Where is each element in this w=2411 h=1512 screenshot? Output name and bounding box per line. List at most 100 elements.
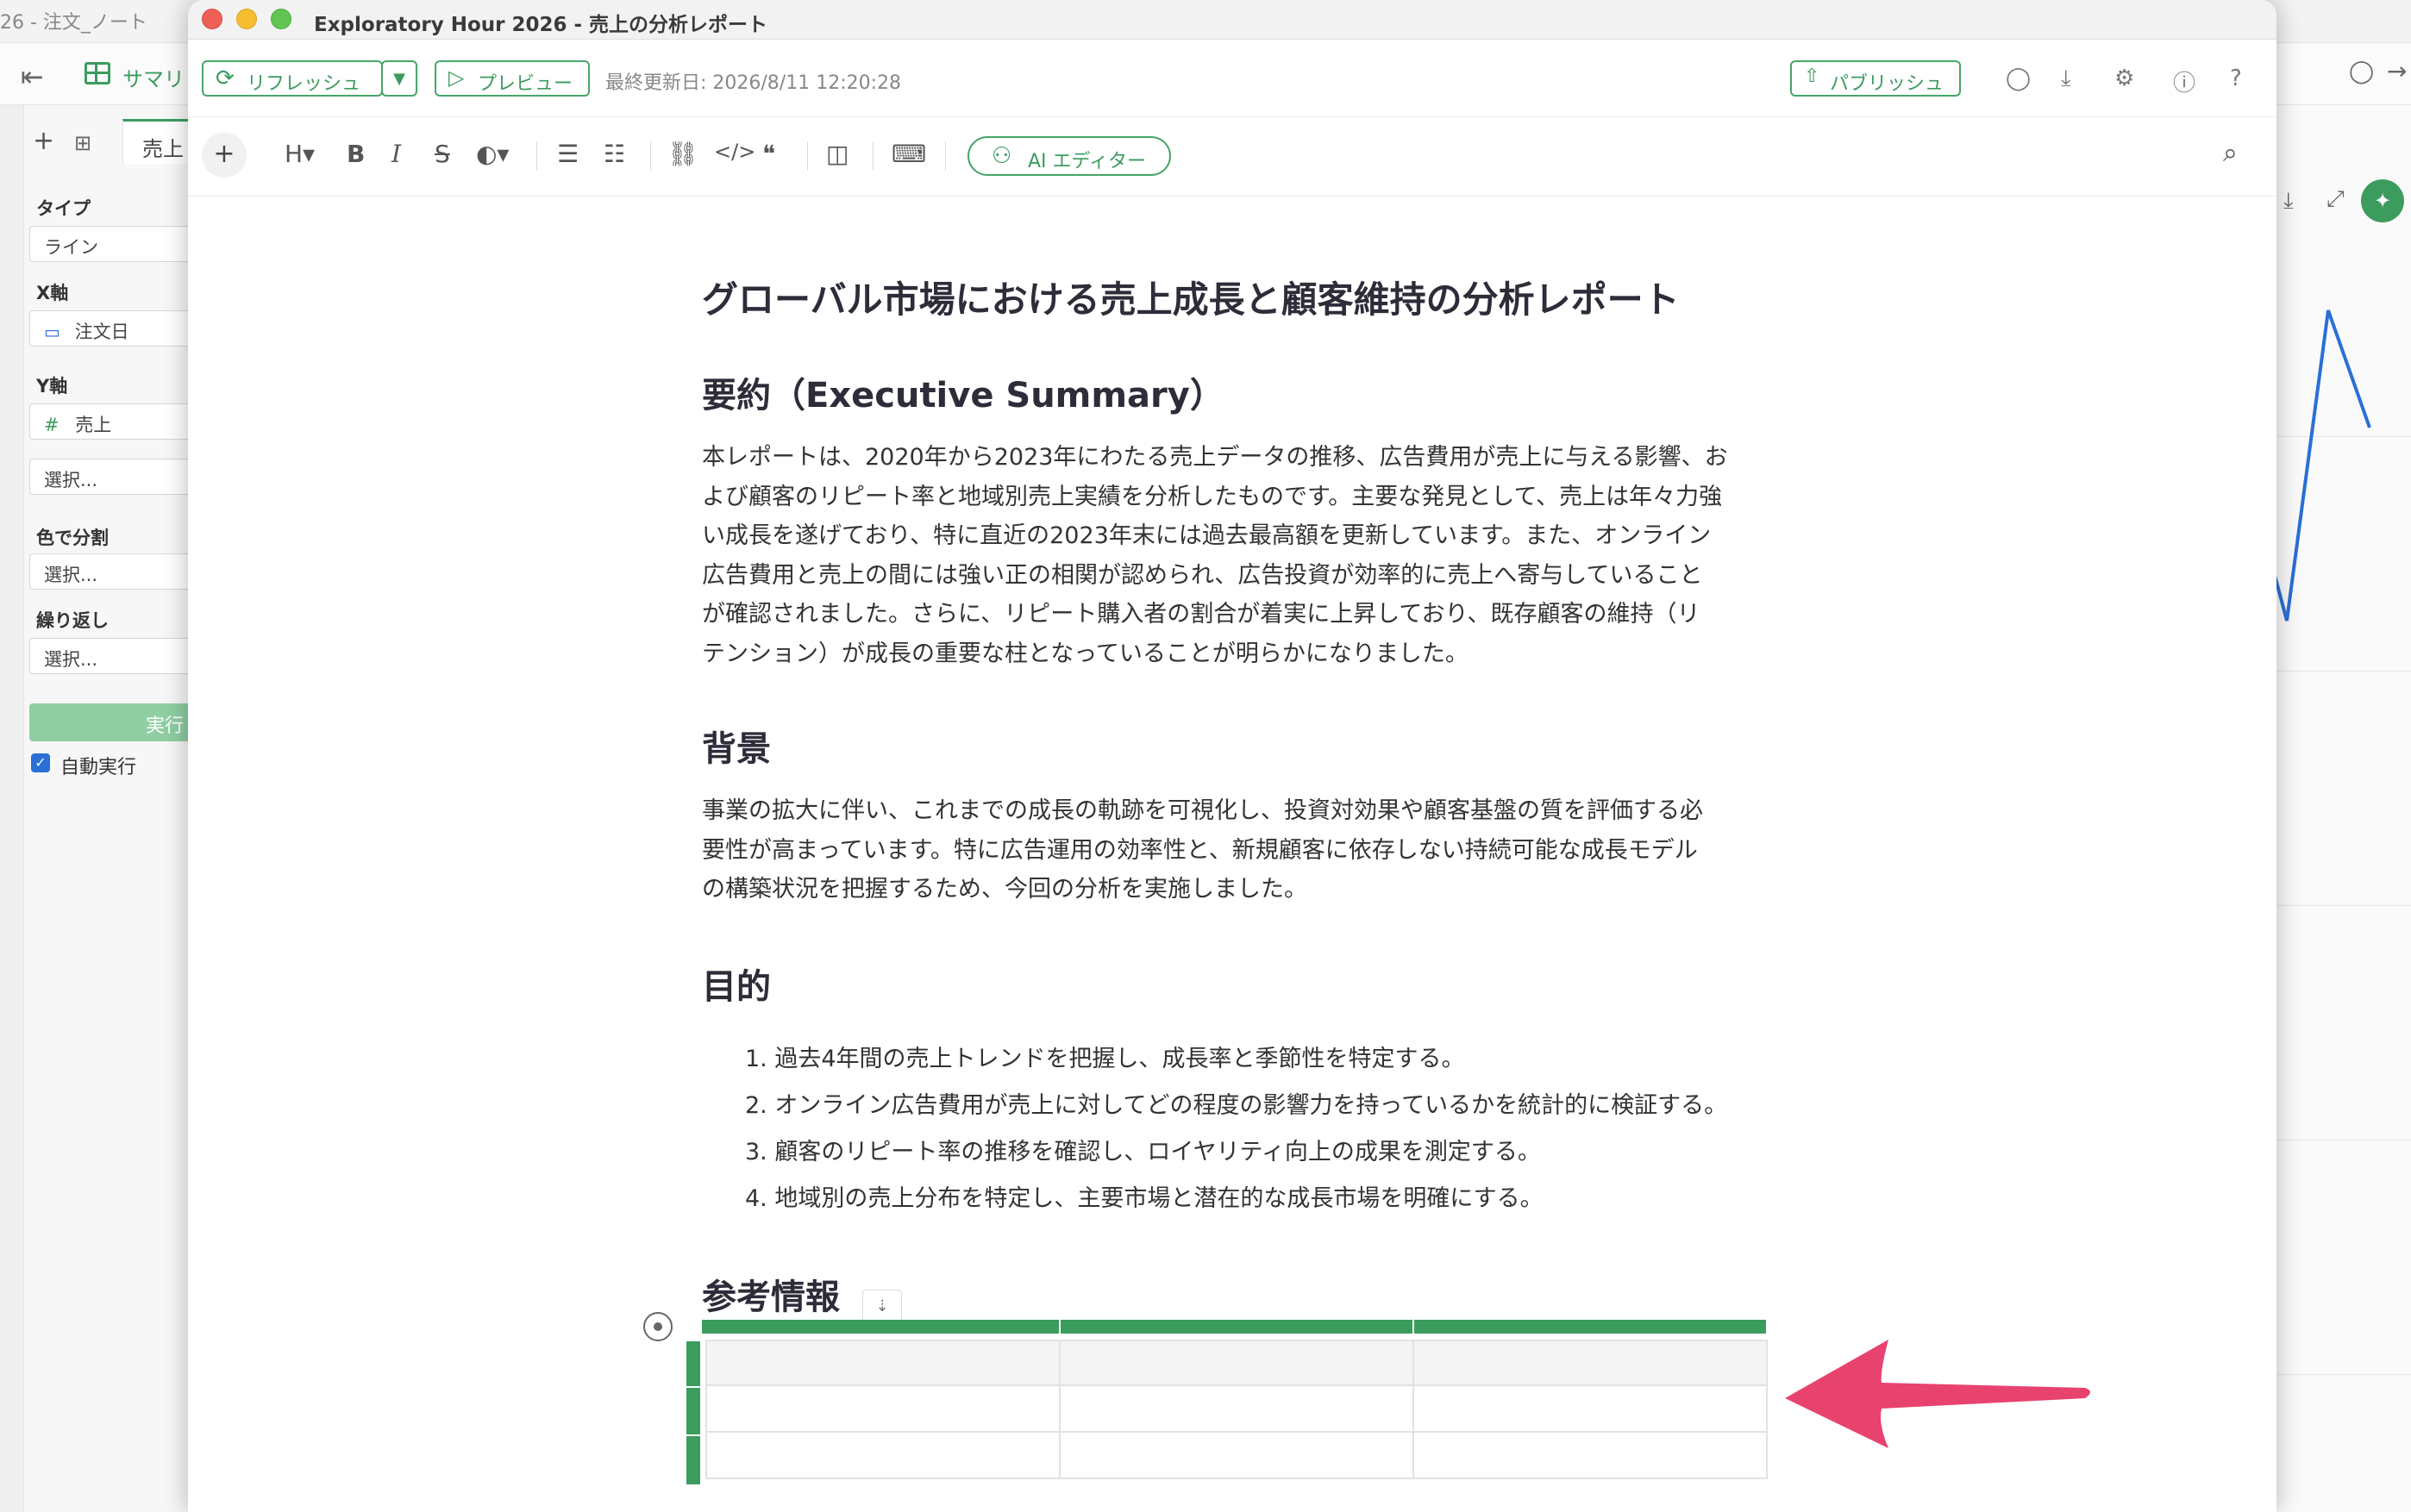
collapse-left-icon[interactable]: ⇤ (21, 60, 44, 93)
summary-tab[interactable]: サマリ (122, 62, 185, 92)
comment-icon[interactable]: ◯ (2349, 59, 2374, 84)
table-select-handle[interactable] (643, 1312, 673, 1341)
table-cell[interactable] (705, 1340, 1061, 1386)
bold-icon[interactable]: B (347, 140, 365, 168)
close-window-button[interactable] (202, 9, 222, 29)
table-row (705, 1431, 1768, 1479)
pin-icon[interactable]: ✦ (2361, 179, 2404, 222)
search-icon[interactable]: ⌕ (2223, 138, 2238, 168)
x-axis-label: X軸 (36, 283, 69, 303)
window-titlebar: Exploratory Hour 2026 - 売上の分析レポート (188, 0, 2276, 40)
window-title: Exploratory Hour 2026 - 売上の分析レポート (314, 14, 768, 36)
palette-icon[interactable]: ◐▾ (476, 140, 510, 168)
quote-icon[interactable]: ❝ (762, 140, 775, 168)
color-split-label: 色で分割 (36, 528, 109, 548)
table-row (705, 1340, 1768, 1386)
column-handle[interactable] (1061, 1320, 1412, 1334)
preview-button[interactable]: ▷ プレビュー (435, 60, 590, 97)
table-row (705, 1384, 1768, 1433)
refresh-button[interactable]: ⟳ リフレッシュ (202, 60, 383, 97)
column-handle[interactable] (705, 1320, 1059, 1334)
table-cell[interactable] (1059, 1340, 1414, 1386)
gear-icon[interactable]: ⚙ (2114, 66, 2134, 91)
bullet-list-icon[interactable]: ☰ (557, 140, 579, 168)
table-cell[interactable] (705, 1384, 1061, 1433)
grid-icon[interactable]: ⊞ (74, 131, 91, 155)
maximize-window-button[interactable] (271, 9, 291, 29)
section-paragraph-summary: 本レポートは、2020年から2023年にわたる売上データの推移、広告費用が売上に… (702, 438, 1745, 673)
y-axis-extra-select[interactable]: 選択... (29, 459, 202, 495)
publish-label: パブリッシュ (1830, 73, 1944, 95)
list-item: 3. 顧客のリピート率の推移を確認し、ロイヤリティ向上の成果を測定する。 (745, 1139, 1541, 1165)
help-icon[interactable]: ? (2230, 66, 2242, 91)
run-button[interactable]: 実行 (29, 703, 202, 741)
x-axis-select[interactable]: ▭ 注文日 (29, 310, 202, 347)
report-toolbar: ⟳ リフレッシュ ▼ ▷ プレビュー 最終更新日: 2026/8/11 12:2… (188, 40, 2276, 117)
toolbar-divider (873, 141, 874, 171)
table-cell[interactable] (1059, 1431, 1414, 1479)
table-icon (85, 62, 110, 84)
sidebar-strip (0, 105, 24, 1512)
arrow-right-icon[interactable]: → (2387, 57, 2407, 85)
upload-icon: ⇧ (1804, 66, 1820, 87)
document-title: グローバル市場における売上成長と顧客維持の分析レポート (702, 278, 1680, 321)
paragraph-line: が確認されました。さらに、リピート購入者の割合が着実に上昇しており、既存顧客の維… (702, 601, 1700, 628)
row-handle[interactable] (686, 1341, 700, 1386)
paragraph-line: 本レポートは、2020年から2023年にわたる売上データの推移、広告費用が売上に… (702, 444, 1728, 471)
toolbar-divider (945, 141, 946, 171)
add-tab-icon[interactable]: + (33, 126, 54, 156)
minimize-window-button[interactable] (236, 9, 257, 29)
paragraph-line: 広告費用と売上の間には強い正の相関が認められ、広告投資が効率的に売上へ寄与してい… (702, 561, 1703, 589)
heading-icon[interactable]: H▾ (285, 140, 315, 168)
background-line-chart (2273, 309, 2371, 622)
row-handle[interactable] (686, 1436, 700, 1484)
info-icon[interactable]: ⓘ (2173, 66, 2195, 97)
grid-line (2276, 671, 2411, 672)
column-handle[interactable] (1414, 1320, 1766, 1334)
code-icon[interactable]: </> (714, 140, 755, 164)
comment-icon[interactable]: ◯ (2006, 66, 2031, 91)
calendar-icon: ▭ (44, 322, 60, 342)
play-icon: ▷ (448, 66, 465, 90)
refresh-dropdown-button[interactable]: ▼ (381, 60, 417, 97)
insert-block-button[interactable]: + (202, 133, 247, 178)
download-icon[interactable]: ⤓ (2283, 188, 2294, 215)
series-line (2273, 309, 2371, 622)
row-handle[interactable] (686, 1388, 700, 1434)
ai-editor-button[interactable]: ⚇ AI エディター (968, 136, 1171, 176)
color-split-select[interactable]: 選択... (29, 553, 202, 590)
paragraph-line: よび顧客のリピート率と地域別売上実績を分析したものです。主要な発見として、売上は… (702, 483, 1723, 510)
table-cell[interactable] (1412, 1384, 1768, 1433)
keyboard-icon[interactable]: ⌨ (892, 140, 926, 168)
expand-icon[interactable]: ⤢ (2326, 186, 2345, 213)
drag-handle-icon[interactable]: ⇣ (862, 1290, 902, 1324)
numbered-list-icon[interactable]: ☷ (604, 140, 625, 168)
repeat-select[interactable]: 選択... (29, 638, 202, 674)
table-cell[interactable] (705, 1431, 1061, 1479)
table-cell[interactable] (1059, 1384, 1414, 1433)
download-icon[interactable]: ⤓ (2061, 66, 2071, 92)
section-heading-purpose: 目的 (702, 967, 771, 1007)
x-axis-value: 注文日 (74, 322, 129, 342)
table-cell[interactable] (1412, 1431, 1768, 1479)
y-axis-select[interactable]: # 売上 (29, 403, 202, 440)
y-axis-label: Y軸 (36, 376, 68, 397)
background-title: 26 - 注文_ノート (0, 12, 147, 34)
strikethrough-icon[interactable]: S (435, 140, 450, 168)
type-label: タイプ (36, 198, 91, 219)
link-icon[interactable]: ⛓ (667, 140, 698, 168)
annotation-arrow-icon (1785, 1340, 2090, 1448)
table-cell[interactable] (1412, 1340, 1768, 1386)
y-axis-value: 売上 (75, 415, 112, 435)
columns-icon[interactable]: ◫ (826, 140, 849, 168)
ai-editor-label: AI エディター (1028, 151, 1146, 172)
auto-run-checkbox[interactable]: ✓ (31, 753, 50, 772)
paragraph-line: い成長を遂げており、特に直近の2023年末には過去最高額を更新しています。また、… (702, 522, 1712, 549)
type-select[interactable]: ライン (29, 226, 202, 262)
publish-button[interactable]: ⇧ パブリッシュ (1790, 60, 1961, 97)
italic-icon[interactable]: I (391, 140, 401, 168)
repeat-label: 繰り返し (36, 610, 109, 631)
reference-table[interactable] (705, 1340, 1768, 1479)
toolbar-divider (536, 141, 537, 171)
report-window: Exploratory Hour 2026 - 売上の分析レポート ⟳ リフレッ… (188, 0, 2276, 1512)
